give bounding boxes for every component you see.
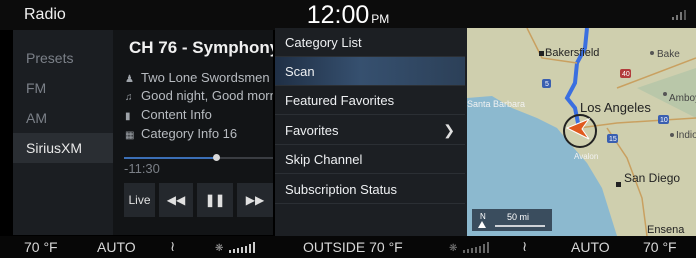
song-title: Good night, Good morning — [141, 88, 273, 103]
clock-ampm: PM — [371, 12, 390, 26]
svg-text:❋: ❋ — [215, 243, 223, 253]
options-menu: Category List Scan Featured Favorites Fa… — [275, 28, 467, 236]
menu-item-favorites[interactable]: Favorites ❯ — [275, 116, 465, 145]
compass-north: N — [480, 212, 486, 221]
navigation-map[interactable]: Bakersfield Bake Santa Barbara Amboy Los… — [467, 28, 696, 236]
left-temperature[interactable]: 70 °F — [24, 239, 58, 255]
right-auto-mode[interactable]: AUTO — [571, 239, 610, 255]
map-scale-label: 50 mi — [507, 212, 529, 222]
music-note-icon: ♫ — [125, 92, 133, 103]
folder-icon: ▮ — [125, 111, 131, 122]
left-auto-mode[interactable]: AUTO — [97, 239, 136, 255]
menu-item-subscription-status[interactable]: Subscription Status — [275, 175, 465, 204]
live-button[interactable]: Live — [124, 183, 155, 217]
right-temperature[interactable]: 70 °F — [643, 239, 677, 255]
menu-item-featured-favorites[interactable]: Featured Favorites — [275, 86, 465, 115]
highway-shield-10: 10 — [658, 115, 669, 124]
svg-text:15: 15 — [609, 136, 617, 143]
nav-item-am[interactable]: AM — [13, 103, 113, 133]
person-icon: ♟ — [125, 74, 134, 85]
artist-row: ♟ Two Lone Swordsmen — [125, 70, 270, 85]
playback-controls: Live ◀◀ ❚❚ ▶▶ — [124, 183, 273, 217]
rewind-button[interactable]: ◀◀ — [159, 183, 193, 217]
menu-item-scan[interactable]: Scan — [275, 57, 465, 86]
right-airflow-icon[interactable]: ≀ — [522, 238, 527, 255]
map-label-san-diego: San Diego — [624, 171, 680, 185]
map-label-santa-barbara: Santa Barbara — [467, 99, 525, 109]
highway-shield-40: 40 — [620, 69, 631, 78]
highway-shield-15: 15 — [607, 134, 618, 143]
map-label-bakersfield: Bakersfield — [545, 47, 599, 59]
map-label-los-angeles: Los Angeles — [580, 100, 651, 115]
artist-name: Two Lone Swordsmen — [141, 70, 270, 85]
content-row: ▮ Content Info — [125, 107, 212, 122]
menu-item-skip-channel[interactable]: Skip Channel — [275, 145, 465, 174]
rewind-icon: ◀◀ — [166, 193, 186, 207]
left-airflow-icon[interactable]: ≀ — [170, 238, 175, 255]
svg-text:❋: ❋ — [449, 243, 457, 253]
map-label-ensena: Ensena — [647, 224, 685, 236]
progress-handle[interactable] — [213, 154, 221, 161]
outside-temperature: OUTSIDE 70 °F — [303, 239, 403, 255]
song-row: ♫ Good night, Good morning — [125, 88, 273, 103]
svg-text:5: 5 — [545, 81, 549, 88]
map-label-avalon: Avalon — [574, 152, 598, 161]
climate-bar: 70 °F AUTO ≀ ❋ OUTSIDE 70 °F ❋ ≀ AUTO 70… — [0, 236, 696, 258]
svg-text:40: 40 — [622, 71, 630, 78]
pause-button[interactable]: ❚❚ — [197, 183, 233, 217]
right-fan-speed-icon[interactable]: ❋ — [449, 241, 495, 256]
left-fan-speed-icon[interactable]: ❋ — [215, 241, 261, 256]
fast-forward-icon: ▶▶ — [245, 193, 265, 207]
svg-text:10: 10 — [660, 117, 668, 124]
signal-icon — [672, 10, 686, 23]
clock: 12:00 PM — [0, 1, 696, 30]
nav-item-fm[interactable]: FM — [13, 73, 113, 103]
fast-forward-button[interactable]: ▶▶ — [237, 183, 273, 217]
category-row: ▦ Category Info 16 — [125, 126, 237, 141]
progress-fill — [124, 157, 217, 159]
category-icon: ▦ — [125, 130, 135, 141]
category-info: Category Info 16 — [141, 126, 238, 141]
clock-time: 12:00 — [306, 1, 370, 29]
highway-shield-5: 5 — [542, 79, 551, 88]
source-nav: Presets FM AM SiriusXM — [13, 30, 113, 235]
pause-icon: ❚❚ — [204, 193, 226, 207]
chevron-right-icon: ❯ — [443, 122, 455, 138]
map-label-indio: Indio — [676, 130, 696, 141]
map-label-amboy: Amboy — [669, 93, 696, 104]
now-playing-panel: CH 76 - Symphony ♟ Two Lone Swordsmen ♫ Go… — [113, 30, 273, 235]
content-info: Content Info — [141, 107, 212, 122]
map-label-bake: Bake — [657, 49, 680, 60]
menu-item-category-list[interactable]: Category List — [275, 28, 465, 57]
channel-name: CH 76 - Symphony — [129, 38, 273, 57]
favorites-label: Favorites — [285, 123, 339, 138]
nav-item-siriusxm[interactable]: SiriusXM — [13, 133, 113, 163]
nav-item-presets[interactable]: Presets — [13, 43, 113, 73]
time-remaining: -11:30 — [124, 161, 160, 176]
